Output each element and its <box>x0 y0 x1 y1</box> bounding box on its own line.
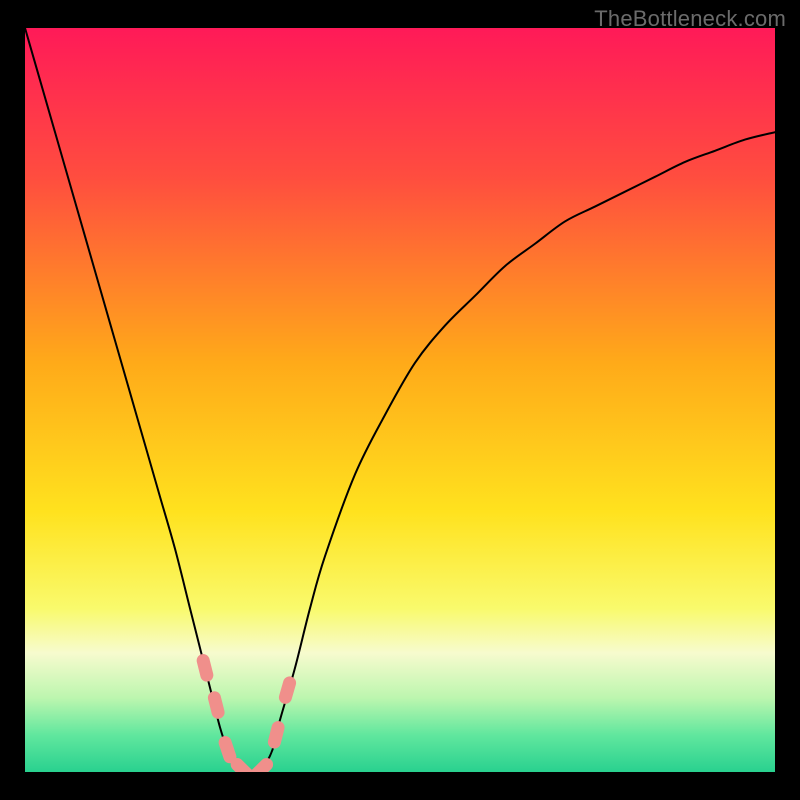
watermark-label: TheBottleneck.com <box>594 6 786 32</box>
chart-svg <box>25 28 775 772</box>
gradient-background <box>25 28 775 772</box>
plot-area <box>25 28 775 772</box>
chart-frame: TheBottleneck.com <box>0 0 800 800</box>
